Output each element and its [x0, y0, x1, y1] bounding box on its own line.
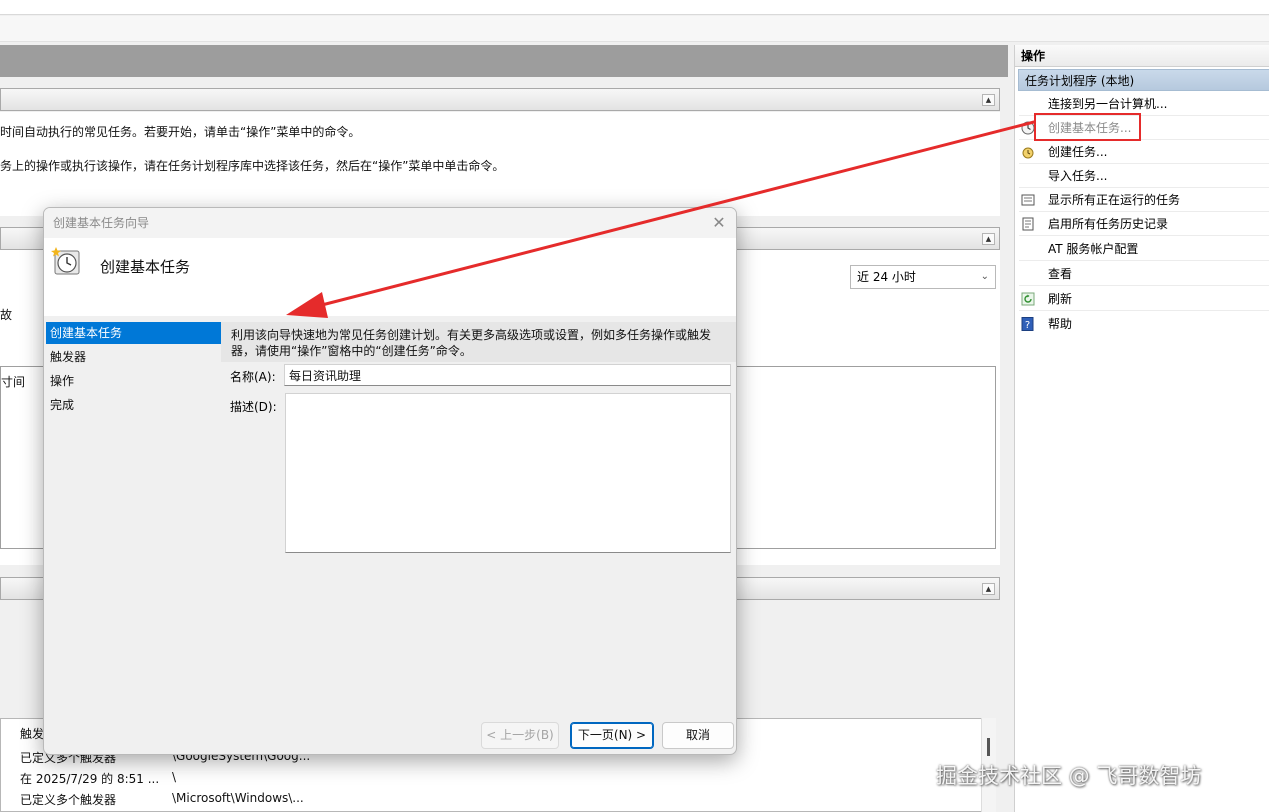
step-action[interactable]: 操作	[46, 370, 221, 394]
intro-line1: 利用该向导快速地为常见任务创建计划。有关更多高级选项或设置，例如多任务操作或触发	[231, 328, 712, 342]
toolbar-strip	[0, 16, 1269, 42]
collapse-icon[interactable]: ▲	[982, 233, 995, 245]
intro-line2: 器，请使用“操作”窗格中的“创建任务”命令。	[231, 344, 472, 358]
action-refresh[interactable]: 刷新	[1019, 287, 1269, 311]
next-button[interactable]: 下一页(N) >	[570, 722, 654, 749]
clock-icon	[1021, 121, 1035, 135]
action-show-running-tasks[interactable]: 显示所有正在运行的任务	[1019, 188, 1269, 212]
step-trigger[interactable]: 触发器	[46, 346, 221, 370]
watermark-text: 掘金技术社区 @ 飞哥数智坊	[936, 764, 1202, 788]
close-icon[interactable]: ✕	[708, 213, 730, 233]
history-icon	[1022, 217, 1034, 231]
refresh-icon	[1021, 292, 1035, 306]
wizard-intro-text: 利用该向导快速地为常见任务创建计划。有关更多高级选项或设置，例如多任务操作或触发…	[221, 322, 736, 362]
dialog-title: 创建基本任务向导	[53, 216, 150, 230]
wizard-steps: 创建基本任务 触发器 操作 完成	[46, 322, 221, 418]
actions-group-header[interactable]: 任务计划程序 (本地)	[1018, 69, 1269, 91]
window-top-strip	[0, 0, 1269, 15]
main-header-band	[0, 45, 1008, 77]
description-input[interactable]	[285, 393, 731, 553]
collapse-icon[interactable]: ▲	[982, 94, 995, 106]
action-label: 查看	[1048, 267, 1073, 281]
name-input[interactable]	[284, 364, 731, 386]
dialog-header: 创建基本任务	[44, 238, 736, 316]
overview-pane: 时间自动执行的常见任务。若要开始，请单击“操作”菜单中的命令。 务上的操作或执行…	[0, 112, 1000, 216]
action-label: 显示所有正在运行的任务	[1048, 193, 1181, 207]
action-label: 刷新	[1048, 292, 1073, 306]
action-label: 启用所有任务历史记录	[1048, 217, 1169, 231]
running-tasks-icon	[1021, 194, 1035, 206]
overview-section-header[interactable]: ▲	[0, 88, 1000, 111]
action-import-task[interactable]: 导入任务...	[1019, 164, 1269, 188]
wizard-clock-icon	[51, 247, 80, 275]
step-create-basic-task[interactable]: 创建基本任务	[46, 322, 221, 344]
collapse-icon[interactable]: ▲	[982, 583, 995, 595]
action-help[interactable]: ? 帮助	[1019, 312, 1269, 336]
svg-text:?: ?	[1025, 320, 1030, 331]
list-item-trigger[interactable]: 在 2025/7/29 的 8:51 ...	[20, 770, 159, 787]
dialog-titlebar[interactable]: 创建基本任务向导 ✕	[44, 208, 736, 238]
chevron-down-icon: ⌄	[980, 271, 989, 282]
action-at-service-config[interactable]: AT 服务帐户配置	[1019, 237, 1269, 261]
status-fragment-text: 故	[0, 308, 13, 322]
actions-panel-title: 操作	[1015, 45, 1269, 67]
dialog-heading: 创建基本任务	[100, 258, 191, 276]
list-item-location[interactable]: \	[172, 770, 176, 784]
time-range-value: 近 24 小时	[857, 270, 916, 284]
table-column-fragment: 寸间	[1, 375, 26, 389]
action-view[interactable]: 查看	[1019, 262, 1269, 286]
overview-text-line2: 务上的操作或执行该操作，请在任务计划程序库中选择该任务，然后在“操作”菜单中单击…	[0, 159, 505, 173]
description-label: 描述(D):	[230, 400, 277, 414]
scrollbar-thumb[interactable]	[987, 738, 990, 756]
back-button[interactable]: < 上一步(B)	[481, 722, 559, 749]
actions-panel: 操作 任务计划程序 (本地) 连接到另一台计算机... 创建基本任务... 创建…	[1014, 45, 1269, 812]
action-create-task[interactable]: 创建任务...	[1019, 140, 1269, 164]
list-item-trigger[interactable]: 已定义多个触发器	[20, 791, 116, 808]
list-item-location[interactable]: \Microsoft\Windows\...	[172, 791, 304, 805]
action-label: 导入任务...	[1048, 169, 1108, 183]
list-header-trigger[interactable]: 触发	[20, 725, 44, 742]
create-basic-task-wizard: 创建基本任务向导 ✕ 创建基本任务 创建基本任务 触发器 操作 完成 利用该向导…	[43, 207, 737, 755]
overview-text-line1: 时间自动执行的常见任务。若要开始，请单击“操作”菜单中的命令。	[0, 125, 361, 139]
cancel-button[interactable]: 取消	[662, 722, 734, 749]
time-range-select[interactable]: 近 24 小时 ⌄	[850, 265, 996, 289]
annotation-highlight-box	[1034, 113, 1141, 141]
step-finish[interactable]: 完成	[46, 394, 221, 418]
action-label: 帮助	[1048, 317, 1073, 331]
action-label: 创建任务...	[1048, 145, 1108, 159]
name-label: 名称(A):	[230, 370, 276, 384]
help-icon: ?	[1021, 317, 1034, 331]
action-label: AT 服务帐户配置	[1048, 242, 1139, 256]
task-icon	[1022, 147, 1034, 159]
action-enable-history[interactable]: 启用所有任务历史记录	[1019, 212, 1269, 236]
